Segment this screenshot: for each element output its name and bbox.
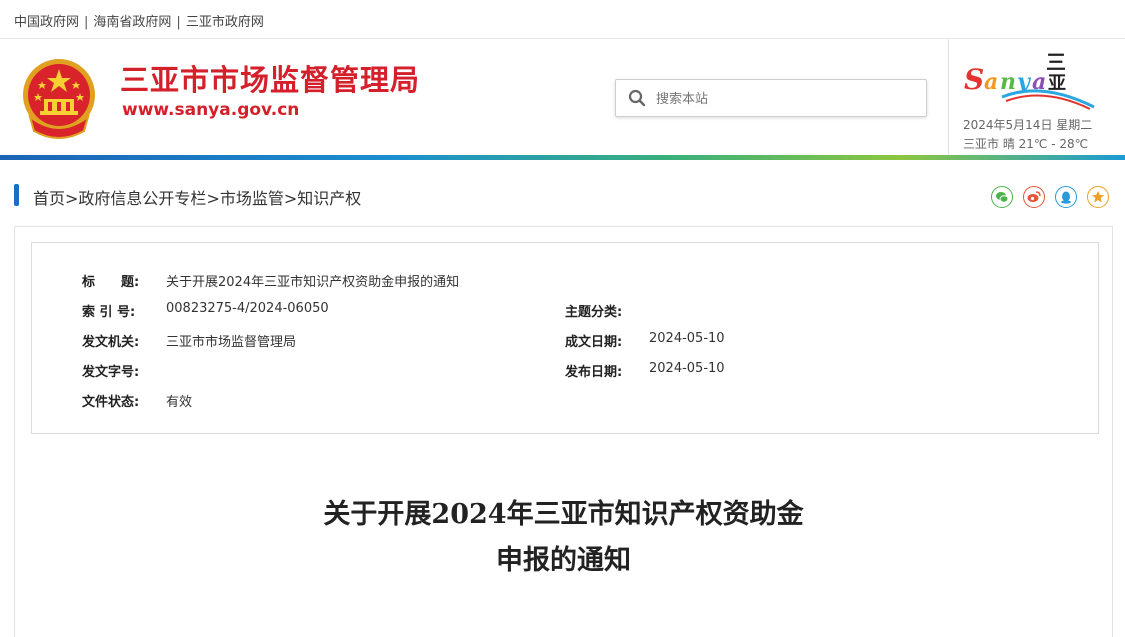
svg-text:亚: 亚 — [1048, 73, 1066, 94]
published-date-label: 发布日期: — [565, 365, 623, 380]
published-date-value: 2024-05-10 — [649, 361, 725, 376]
title-value: 关于开展2024年三亚市知识产权资助金申报的通知 — [166, 275, 460, 290]
qq-share-icon[interactable] — [1055, 186, 1077, 208]
svg-text:n: n — [1000, 69, 1016, 95]
breadcrumb-marker — [14, 184, 19, 206]
breadcrumb-separator: > — [283, 189, 298, 208]
top-links-bar: 中国政府网 | 海南省政府网 | 三亚市政府网 — [0, 0, 1125, 39]
breadcrumb-market[interactable]: 市场监管 — [220, 189, 284, 208]
title-label: 标 题: — [82, 275, 140, 290]
created-date-value: 2024-05-10 — [649, 331, 725, 346]
site-url[interactable]: www.sanya.gov.cn — [122, 100, 299, 120]
status-label: 文件状态: — [82, 395, 140, 410]
svg-text:S: S — [964, 63, 984, 96]
svg-text:y: y — [1016, 69, 1032, 95]
current-date: 2024年5月14日 星期二 — [963, 118, 1093, 132]
index-value: 00823275-4/2024-06050 — [166, 301, 329, 316]
national-emblem-icon — [23, 59, 95, 139]
topic-label: 主题分类: — [565, 305, 623, 320]
sanya-city-logo: S a n y a 三 亚 — [964, 50, 1095, 110]
main-content: 标 题: 关于开展2024年三亚市知识产权资助金申报的通知 索 引 号: 008… — [14, 226, 1113, 637]
link-separator: | — [176, 15, 181, 30]
article-title-line1: 关于开展2024年三亚市知识产权资助金 — [323, 499, 804, 530]
search-input[interactable] — [654, 80, 918, 118]
article-title-line2: 申报的通知 — [496, 545, 631, 576]
site-title: 三亚市市场监督管理局 — [120, 63, 421, 97]
site-header: 三亚市市场监督管理局 www.sanya.gov.cn S a n y a 三 … — [0, 39, 1125, 154]
link-sanya-gov[interactable]: 三亚市政府网 — [186, 15, 264, 30]
svg-text:三: 三 — [1046, 50, 1066, 74]
breadcrumb-separator: > — [206, 189, 220, 208]
svg-text:a: a — [984, 69, 998, 95]
top-links: 中国政府网 | 海南省政府网 | 三亚市政府网 — [14, 11, 264, 30]
breadcrumb: 首页>政府信息公开专栏>市场监管>知识产权 — [33, 185, 361, 209]
link-china-gov[interactable]: 中国政府网 — [14, 15, 79, 30]
breadcrumb-gov-info[interactable]: 政府信息公开专栏 — [78, 189, 206, 208]
weather-info: 三亚市 晴 21℃ - 28℃ — [963, 137, 1089, 151]
issuing-org-value: 三亚市市场监督管理局 — [166, 335, 297, 350]
breadcrumb-separator: > — [65, 189, 79, 208]
created-date-label: 成文日期: — [565, 335, 623, 350]
header-color-strip — [0, 155, 1125, 160]
article-title: 关于开展2024年三亚市知识产权资助金 申报的通知 — [15, 492, 1112, 584]
link-hainan-gov[interactable]: 海南省政府网 — [93, 15, 171, 30]
status-value: 有效 — [166, 395, 193, 410]
weibo-share-icon[interactable] — [1023, 186, 1045, 208]
doc-number-label: 发文字号: — [82, 365, 140, 380]
wechat-share-icon[interactable] — [991, 186, 1013, 208]
search-icon[interactable] — [628, 89, 646, 107]
link-separator: | — [84, 15, 89, 30]
index-label: 索 引 号: — [82, 305, 136, 320]
breadcrumb-ip[interactable]: 知识产权 — [297, 189, 361, 208]
breadcrumb-home[interactable]: 首页 — [33, 189, 65, 208]
header-divider — [948, 39, 949, 154]
favorite-star-icon[interactable] — [1087, 186, 1109, 208]
svg-text:a: a — [1032, 69, 1046, 95]
document-info-table: 标 题: 关于开展2024年三亚市知识产权资助金申报的通知 索 引 号: 008… — [31, 242, 1099, 434]
issuing-org-label: 发文机关: — [82, 335, 140, 350]
search-box — [615, 79, 927, 118]
